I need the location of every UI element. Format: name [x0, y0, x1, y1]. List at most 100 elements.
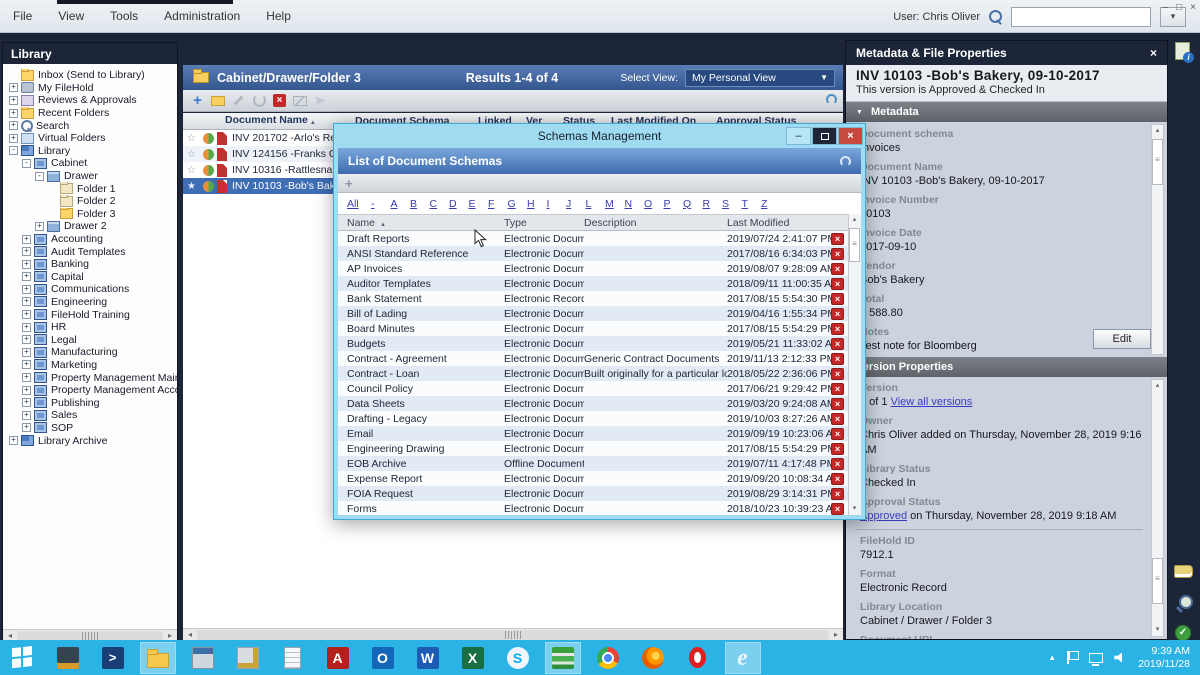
expander-icon[interactable]: + [22, 348, 31, 357]
scroll-left-icon[interactable]: ◂ [185, 630, 195, 639]
action-center-flag-icon[interactable] [1067, 651, 1078, 664]
tree-item[interactable]: + Virtual Folders [3, 132, 177, 145]
check-icon[interactable]: ✓ [1175, 625, 1191, 641]
close-icon[interactable]: × [1190, 2, 1196, 13]
taskbar-icon[interactable]: A [321, 643, 355, 673]
expander-icon[interactable]: + [22, 272, 31, 281]
schema-row[interactable]: Draft Reports Electronic Document 2019/0… [338, 231, 848, 246]
maximize-icon[interactable]: □ [1176, 2, 1182, 13]
column-header[interactable]: Last Modified [727, 217, 831, 229]
alphabet-filter-link[interactable]: Q [683, 198, 703, 210]
expander-icon[interactable]: + [9, 83, 18, 92]
preview-search-icon[interactable] [1176, 595, 1192, 611]
delete-schema-icon[interactable]: × [831, 263, 844, 275]
scroll-right-icon[interactable]: ▸ [831, 630, 841, 639]
expander-icon[interactable]: + [22, 235, 31, 244]
tree-item[interactable]: - Library [3, 145, 177, 158]
column-header[interactable]: Description [584, 217, 727, 229]
schema-name[interactable]: Forms [347, 503, 504, 515]
taskbar-icon[interactable]: e [726, 643, 760, 673]
menu-item[interactable]: Tools [97, 0, 151, 33]
taskbar-icon[interactable] [51, 643, 85, 673]
tree-item[interactable]: + Drawer 2 [3, 220, 177, 233]
schema-row[interactable]: Contract - Loan Electronic Document Buil… [338, 366, 848, 381]
tree-item[interactable]: + Engineering [3, 296, 177, 309]
expander-icon[interactable]: + [22, 335, 31, 344]
version-properties-bar[interactable]: Version Properties [846, 357, 1167, 377]
alphabet-filter-link[interactable]: E [469, 198, 489, 210]
expander-icon[interactable]: + [22, 398, 31, 407]
tree-item[interactable]: + Library Archive [3, 434, 177, 447]
taskbar-icon[interactable]: > [96, 643, 130, 673]
alphabet-filter-link[interactable]: T [742, 198, 762, 210]
delete-schema-icon[interactable]: × [831, 443, 844, 455]
library-book-icon[interactable] [1174, 565, 1193, 578]
toolbar-icon[interactable]: × [273, 94, 286, 107]
scroll-left-icon[interactable]: ◂ [5, 631, 15, 640]
tree-item[interactable]: + My FileHold [3, 82, 177, 95]
delete-schema-icon[interactable]: × [831, 383, 844, 395]
tree-item[interactable]: Folder 1 [3, 182, 177, 195]
tree-item[interactable]: + Communications [3, 283, 177, 296]
tree-item[interactable]: + Marketing [3, 359, 177, 372]
main-horizontal-scrollbar[interactable]: ◂ ▸ [183, 628, 843, 640]
refresh-icon[interactable] [840, 156, 851, 167]
tree-item[interactable]: + Banking [3, 258, 177, 271]
schema-row[interactable]: Engineering Drawing Electronic Document … [338, 441, 848, 456]
document-info-icon[interactable] [1175, 42, 1190, 60]
delete-schema-icon[interactable]: × [831, 473, 844, 485]
expander-icon[interactable]: + [9, 436, 18, 445]
select-view-dropdown[interactable]: My Personal View ▼ [685, 69, 835, 87]
alphabet-filter-link[interactable]: J [566, 198, 586, 210]
delete-schema-icon[interactable]: × [831, 308, 844, 320]
schema-row[interactable]: Budgets Electronic Document 2019/05/21 1… [338, 336, 848, 351]
toolbar-icon[interactable] [313, 93, 328, 108]
scroll-up-icon[interactable]: ▴ [1152, 380, 1163, 392]
expander-icon[interactable]: + [22, 297, 31, 306]
schema-name[interactable]: Budgets [347, 338, 504, 350]
add-schema-icon[interactable]: + [345, 176, 353, 191]
menu-item[interactable]: Help [253, 0, 304, 33]
schema-row[interactable]: Forms Electronic Document 2018/10/23 10:… [338, 501, 848, 515]
expander-icon[interactable]: + [22, 310, 31, 319]
taskbar-icon[interactable] [591, 643, 625, 673]
help-icon[interactable] [826, 94, 837, 105]
taskbar-icon[interactable] [636, 643, 670, 673]
tree-item[interactable]: + Manufacturing [3, 346, 177, 359]
menu-item[interactable]: View [45, 0, 97, 33]
alphabet-filter-link[interactable]: M [605, 198, 625, 210]
alphabet-filter-link[interactable]: B [410, 198, 430, 210]
taskbar-icon[interactable] [141, 643, 175, 673]
expander-icon[interactable]: + [22, 247, 31, 256]
delete-schema-icon[interactable]: × [831, 428, 844, 440]
close-icon[interactable]: × [1150, 46, 1157, 60]
schemas-scrollbar[interactable]: ▴ ≡ ▾ [848, 214, 861, 515]
column-header[interactable]: Document Name▲ [183, 114, 355, 129]
delete-schema-icon[interactable]: × [831, 323, 844, 335]
scroll-thumb[interactable]: ≡ [1152, 139, 1163, 185]
tree-item[interactable]: + Accounting [3, 233, 177, 246]
delete-schema-icon[interactable]: × [831, 338, 844, 350]
expander-icon[interactable]: + [9, 134, 18, 143]
scroll-thumb[interactable]: ≡ [849, 228, 860, 262]
tree-item[interactable]: + Property Management Maint & Serv [3, 371, 177, 384]
toolbar-icon[interactable] [211, 96, 225, 106]
taskbar-clock[interactable]: 9:39 AM 2019/11/28 [1138, 645, 1190, 671]
expander-icon[interactable]: + [22, 260, 31, 269]
tree-item[interactable]: + SOP [3, 422, 177, 435]
toolbar-icon[interactable] [292, 93, 307, 108]
favorite-star-icon[interactable]: ☆ [187, 165, 200, 176]
search-input[interactable] [1011, 7, 1151, 27]
toolbar-icon[interactable] [231, 93, 246, 108]
edit-button[interactable]: Edit [1093, 329, 1151, 349]
expander-icon[interactable]: + [22, 411, 31, 420]
tree-item[interactable]: + Capital [3, 271, 177, 284]
tree-item[interactable]: + HR [3, 321, 177, 334]
alphabet-filter-link[interactable]: All [347, 198, 371, 210]
schema-row[interactable]: EOB Archive Offline Document 2019/07/11 … [338, 456, 848, 471]
alphabet-filter-link[interactable]: F [488, 198, 508, 210]
schema-row[interactable]: Contract - Agreement Electronic Document… [338, 351, 848, 366]
expander-icon[interactable]: + [9, 109, 18, 118]
expander-icon[interactable]: - [9, 146, 18, 155]
schema-name[interactable]: Data Sheets [347, 398, 504, 410]
